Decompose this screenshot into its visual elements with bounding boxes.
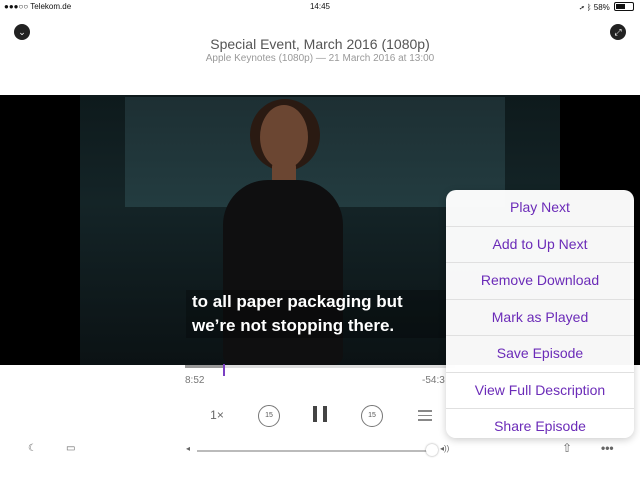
subtitle-line-1: to all paper packaging but: [192, 292, 403, 311]
volume-slider[interactable]: [197, 450, 430, 452]
more-icon[interactable]: •••: [601, 441, 614, 455]
menu-item-share-episode[interactable]: Share Episode: [446, 409, 634, 438]
status-right: ➚ ᛒ 58%: [580, 2, 634, 12]
skip-back-button[interactable]: 15: [258, 405, 280, 427]
skip-back-label: 15: [265, 412, 273, 419]
elapsed-time: 8:52: [185, 375, 205, 386]
skip-forward-button[interactable]: 15: [361, 405, 383, 427]
clock: 14:45: [309, 2, 331, 11]
battery-icon: [614, 2, 634, 11]
battery-percent: 58%: [593, 3, 610, 12]
status-bar: ●●●○○ Telekom.de 14:45 ➚ ᛒ 58%: [0, 0, 640, 14]
episode-actions-menu: Play Next Add to Up Next Remove Download…: [446, 190, 634, 438]
progress-played: [185, 365, 223, 368]
menu-item-save-episode[interactable]: Save Episode: [446, 336, 634, 373]
location-arrow-icon: ➚: [579, 3, 585, 12]
list-icon: [418, 410, 432, 412]
speaker-low-icon: ◂: [186, 444, 191, 453]
playback-speed-button[interactable]: 1×: [205, 408, 229, 422]
menu-item-add-to-up-next[interactable]: Add to Up Next: [446, 227, 634, 263]
pause-button[interactable]: [313, 406, 327, 422]
speaker-face: [260, 105, 308, 169]
share-icon[interactable]: ⇧: [562, 441, 572, 455]
episode-title: Special Event, March 2016 (1080p): [210, 36, 430, 52]
pause-icon: [313, 406, 317, 422]
airplay-icon[interactable]: ▭: [66, 443, 75, 454]
episode-subtitle: Apple Keynotes (1080p) — 21 March 2016 a…: [205, 53, 435, 64]
menu-item-view-full-description[interactable]: View Full Description: [446, 373, 634, 409]
volume-handle[interactable]: [426, 444, 438, 456]
skip-forward-label: 15: [368, 412, 376, 419]
speaker-high-icon: ◂)): [440, 444, 450, 453]
remaining-time: -54:3: [422, 375, 445, 386]
video-subtitle: to all paper packaging but we’re not sto…: [186, 290, 474, 338]
menu-item-remove-download[interactable]: Remove Download: [446, 263, 634, 300]
subtitle-line-2: we’re not stopping there.: [192, 316, 395, 335]
bluetooth-icon: ᛒ: [586, 3, 592, 12]
progress-scrubber[interactable]: [185, 364, 455, 376]
up-next-button[interactable]: [418, 410, 432, 421]
scrubber-handle[interactable]: [222, 364, 225, 376]
moon-icon[interactable]: ☾: [28, 443, 37, 454]
menu-item-play-next[interactable]: Play Next: [446, 190, 634, 227]
menu-item-mark-as-played[interactable]: Mark as Played: [446, 300, 634, 336]
